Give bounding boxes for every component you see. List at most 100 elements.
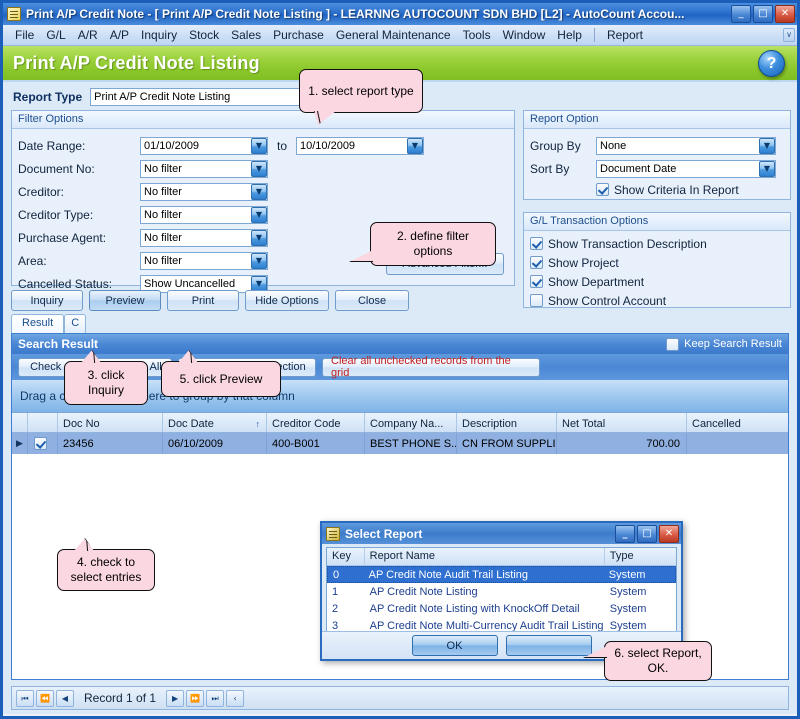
minimize-button[interactable]: _ [731,5,751,23]
group-by-combobox[interactable]: None ▼ [596,136,776,155]
select-report-cancel-button[interactable] [505,635,592,656]
report-icon [326,526,340,541]
show-department-checkbox[interactable] [530,275,543,288]
report-name-2: AP Credit Note Listing with KnockOff Det… [369,602,580,615]
chevron-down-icon[interactable]: ▼ [251,137,267,154]
show-department-row[interactable]: Show Department [530,272,784,291]
help-icon[interactable]: ? [758,50,785,77]
date-from-value: 01/10/2009 [144,139,200,152]
callout-select-report-type: 1. select report type [299,69,423,125]
select-report-ok-button[interactable]: OK [411,635,498,656]
select-report-title: Select Report [345,526,423,541]
show-criteria-checkbox[interactable] [596,183,609,196]
sort-by-combobox[interactable]: Document Date ▼ [596,159,776,178]
menu-item-gl[interactable]: G/L [40,26,71,44]
tab-criteria[interactable]: C [64,314,87,333]
column-header-creditor-code[interactable]: Creditor Code [267,413,365,432]
menu-item-inquiry[interactable]: Inquiry [135,26,183,44]
next-record-icon[interactable]: ▶ [166,689,185,707]
chevron-down-icon[interactable]: ▼ [251,229,267,246]
report-type-2: System [609,602,647,615]
tab-result[interactable]: Result [11,314,65,333]
document-no-combobox[interactable]: No filter ▼ [140,159,268,178]
show-control-account-row[interactable]: Show Control Account [530,291,784,310]
menu-item-general-maintenance[interactable]: General Maintenance [330,26,457,44]
close-button[interactable]: ✕ [775,5,795,23]
preview-button[interactable]: Preview [89,290,161,311]
show-transaction-description-checkbox[interactable] [530,237,543,250]
report-list-item-2[interactable]: 2 AP Credit Note Listing with KnockOff D… [327,600,676,617]
select-report-window-controls: _ □ ✕ [615,524,679,543]
show-control-account-checkbox[interactable] [530,294,543,307]
column-header-description[interactable]: Description [457,413,557,432]
area-label: Area: [18,253,47,268]
column-header-doc-date[interactable]: Doc Date ↑ [163,413,267,432]
menu-item-purchase[interactable]: Purchase [267,26,330,44]
creditor-type-label: Creditor Type: [18,207,94,222]
report-list-column-name[interactable]: Report Name [365,548,605,565]
creditor-combobox[interactable]: No filter ▼ [140,182,268,201]
menu-item-window[interactable]: Window [497,26,552,44]
chevron-down-icon[interactable]: ▼ [251,206,267,223]
maximize-button[interactable]: □ [753,5,773,23]
area-combobox[interactable]: No filter ▼ [140,251,268,270]
sort-ascending-icon: ↑ [255,419,261,429]
show-criteria-checkbox-row[interactable]: Show Criteria In Report [530,180,784,199]
show-transaction-description-row[interactable]: Show Transaction Description [530,234,784,253]
row-checkbox[interactable] [33,437,47,450]
show-project-row[interactable]: Show Project [530,253,784,272]
menu-item-stock[interactable]: Stock [183,26,225,44]
first-record-icon[interactable]: ⏮ [16,689,34,707]
report-list-column-key[interactable]: Key [327,548,365,565]
select-report-maximize-button[interactable]: □ [637,524,657,543]
callout-2-text: 2. define filter options [396,229,470,258]
report-list-item-0[interactable]: 0 AP Credit Note Audit Trail Listing Sys… [327,566,676,583]
report-list-column-type[interactable]: Type [605,548,676,565]
report-name-3: AP Credit Note Multi-Currency Audit Trai… [369,619,604,632]
row-select-cell[interactable] [28,433,58,454]
column-header-cancelled[interactable]: Cancelled [687,413,786,432]
chevron-down-icon[interactable]: ▼ [251,252,267,269]
menu-item-help[interactable]: Help [551,26,588,44]
menu-item-ar[interactable]: A/R [72,26,104,44]
chevron-down-icon[interactable]: ▼ [251,160,267,177]
last-record-icon[interactable]: ⏭ [206,689,225,707]
show-project-checkbox[interactable] [530,256,543,269]
menu-item-tools[interactable]: Tools [457,26,497,44]
inquiry-button[interactable]: Inquiry [11,290,83,311]
report-list-item-1[interactable]: 1 AP Credit Note Listing System [327,583,676,600]
print-button[interactable]: Print [167,290,239,311]
column-header-net-total[interactable]: Net Total [557,413,687,432]
purchase-agent-combobox[interactable]: No filter ▼ [140,228,268,247]
select-report-close-button[interactable]: ✕ [659,524,679,543]
chevron-down-icon[interactable]: ∨ [783,28,795,42]
creditor-type-combobox[interactable]: No filter ▼ [140,205,268,224]
chevron-down-icon[interactable]: ▼ [407,137,423,154]
close-button-main[interactable]: Close [335,290,409,311]
chevron-down-icon[interactable]: ▼ [759,160,775,177]
menu-item-ap[interactable]: A/P [104,26,135,44]
callout-define-filter-options: 2. define filter options [349,222,496,266]
collapse-navigator-icon[interactable]: ‹ [226,689,245,707]
keep-search-result-checkbox[interactable] [666,337,680,351]
column-header-doc-no[interactable]: Doc No [58,413,163,432]
chevron-down-icon[interactable]: ▼ [251,183,267,200]
select-report-minimize-button[interactable]: _ [615,524,635,543]
next-page-icon[interactable]: ⏩ [186,689,205,707]
chevron-down-icon[interactable]: ▼ [759,137,775,154]
show-transaction-description-label: Show Transaction Description [548,236,707,251]
keep-search-result-row[interactable]: Keep Search Result [666,337,782,351]
date-from-combobox[interactable]: 01/10/2009 ▼ [140,136,268,155]
creditor-row: Creditor: No filter ▼ [18,180,508,203]
column-header-company-name[interactable]: Company Na... [365,413,457,432]
menu-item-file[interactable]: File [9,26,40,44]
menu-item-sales[interactable]: Sales [225,26,267,44]
date-to-combobox[interactable]: 10/10/2009 ▼ [296,136,424,155]
previous-page-icon[interactable]: ⏪ [36,689,54,707]
hide-options-button[interactable]: Hide Options [245,290,329,311]
clear-unchecked-records-button[interactable]: Clear all unchecked records from the gri… [322,355,540,379]
menu-item-report[interactable]: Report [601,26,649,44]
area-value: No filter [144,254,182,267]
table-row[interactable]: ▶ 23456 06/10/2009 400-B001 BEST PHONE S… [12,433,788,454]
previous-record-icon[interactable]: ◀ [56,689,74,707]
